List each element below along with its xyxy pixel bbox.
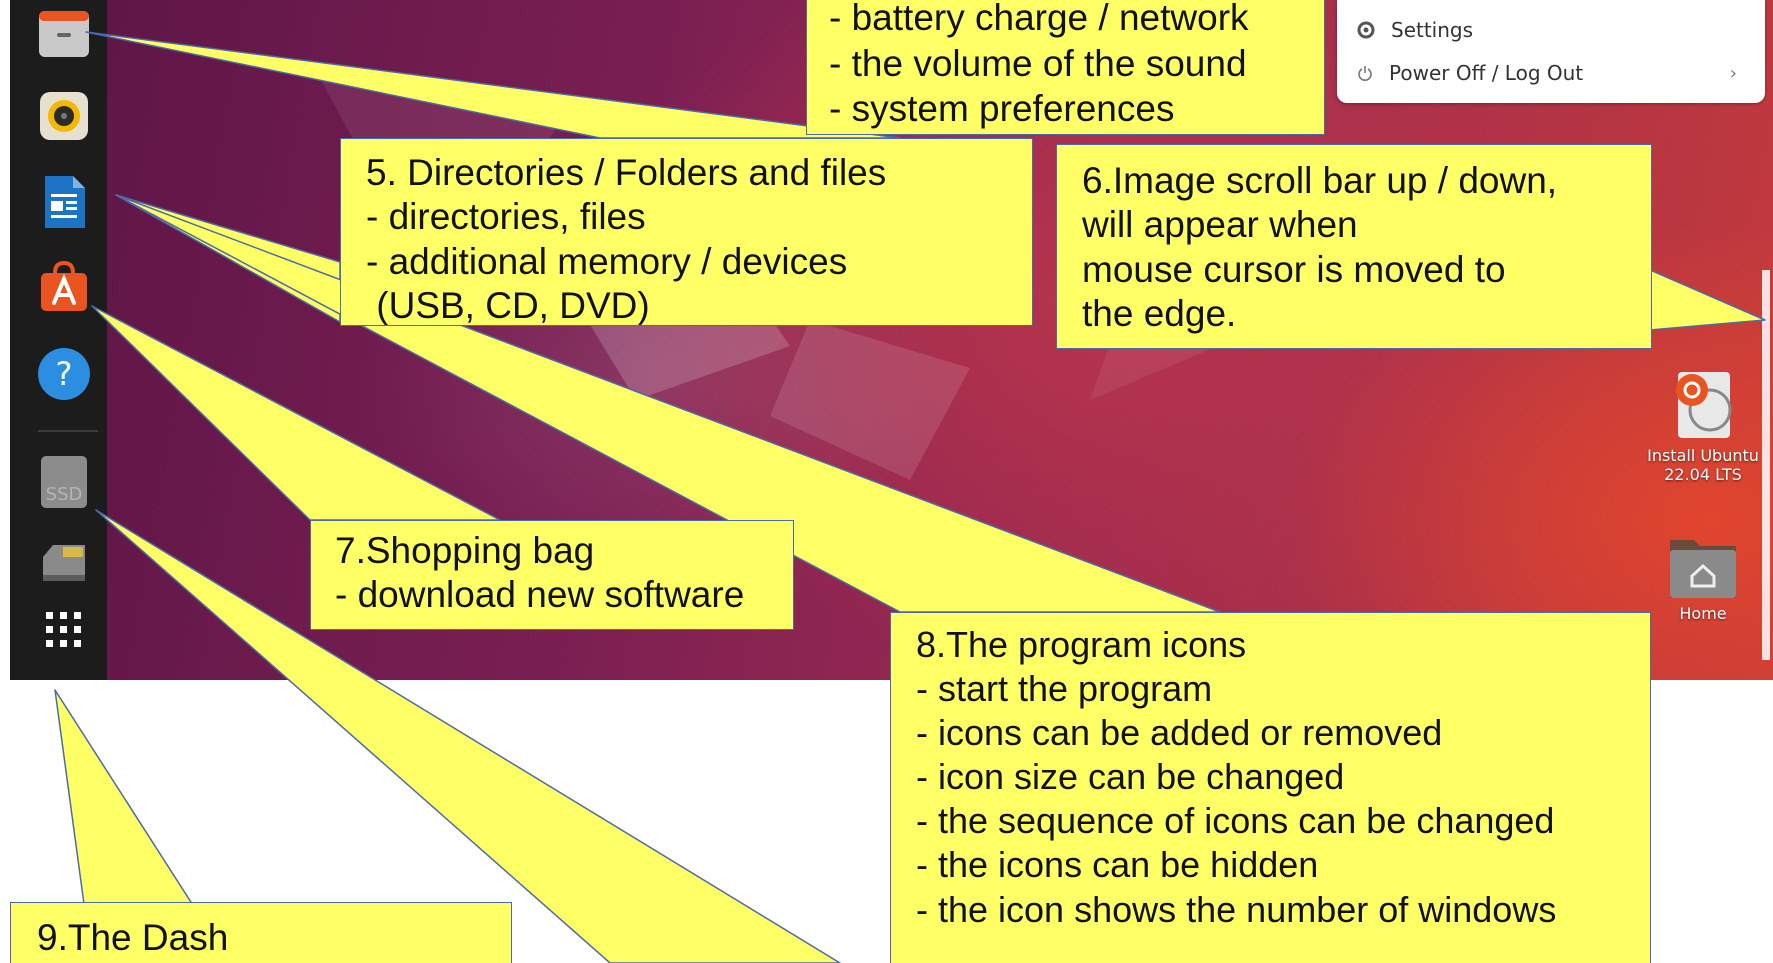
callout-7: 7.Shopping bag - download new software	[310, 520, 794, 630]
callout-top-line: - the volume of the sound	[829, 42, 1247, 84]
callout-8-line: 8.The program icons	[916, 624, 1247, 665]
callout-6-line: 6.Image scroll bar up / down,	[1082, 160, 1558, 201]
callout-top-line: - system preferences	[829, 88, 1175, 129]
callout-8-line: - icon size can be changed	[916, 756, 1345, 798]
callout-5-line: - directories, files	[366, 196, 646, 238]
pointer-c6-edge	[1649, 269, 1766, 331]
callout-9: 9.The Dash	[10, 902, 512, 963]
callout-8-line: - the icon shows the number of windows	[916, 888, 1557, 930]
callout-5-line: 5. Directories / Folders and files	[366, 152, 887, 193]
callout-top-line: - battery charge / network	[829, 0, 1249, 38]
callout-5-line: - additional memory / devices	[366, 240, 848, 282]
callout-8-line: - icons can be added or removed	[916, 712, 1443, 754]
callout-7-line: 7.Shopping bag	[335, 530, 595, 571]
callout-6-line: mouse cursor is moved to	[1082, 248, 1506, 290]
callout-6-line: will appear when	[1082, 204, 1358, 246]
callout-5: 5. Directories / Folders and files - dir…	[340, 138, 1033, 326]
callout-6: 6.Image scroll bar up / down, will appea…	[1056, 144, 1652, 349]
callout-5-line: (USB, CD, DVD)	[366, 285, 650, 326]
callout-8-line: - the sequence of icons can be changed	[916, 800, 1555, 842]
callout-8-line: - the icons can be hidden	[916, 844, 1319, 886]
pointer-c5-writer	[115, 194, 341, 323]
pointer-c5-files	[85, 31, 901, 139]
callout-8: 8.The program icons - start the program …	[890, 612, 1651, 963]
callout-9-line: 9.The Dash	[37, 917, 229, 958]
callout-8-line: - start the program	[916, 668, 1213, 710]
callout-7-line: - download new software	[335, 574, 745, 616]
callout-6-line: the edge.	[1082, 293, 1237, 335]
callout-top: - battery charge / network - the volume …	[806, 0, 1325, 135]
